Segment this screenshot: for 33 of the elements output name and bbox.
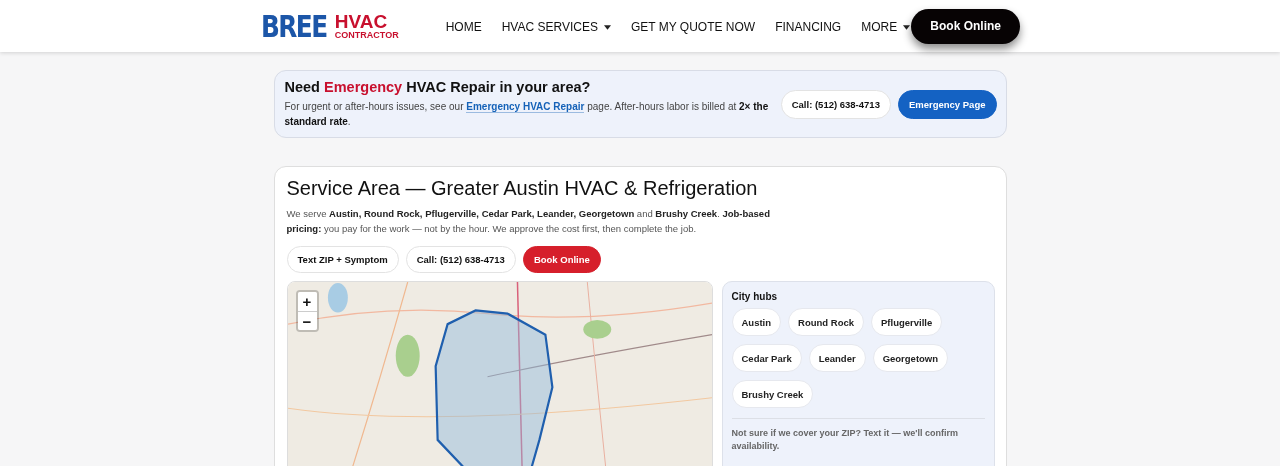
notice-button[interactable]: Emergency Page: [897, 89, 997, 119]
map-drawing[interactable]: + −: [286, 281, 713, 466]
notice-title: Need Emergency HVAC Repair in your area?: [284, 79, 592, 95]
city-chip[interactable]: Georgetown: [872, 344, 949, 372]
zoom-in-button[interactable]: +: [297, 292, 317, 311]
city-chip[interactable]: Austin: [731, 308, 782, 336]
action-button[interactable]: Book Online: [522, 246, 601, 273]
nav-link[interactable]: FINANCING: [775, 20, 842, 34]
coverage-note: Not sure if we cover your ZIP? Text it — we'll confirm availability.: [731, 427, 960, 453]
notice-text: For urgent or after-hours issues, see our Emergency HVAC Repair page. After-hours labor is billed at 2× the standard rate.: [284, 100, 770, 129]
notice-button[interactable]: Call: (512) 638-4713: [780, 89, 891, 119]
nav-link[interactable]: MORE: [861, 20, 911, 34]
action-button[interactable]: Call: (512) 638-4713: [405, 246, 516, 273]
city-chip[interactable]: Brushy Creek: [731, 380, 814, 408]
park-area: [582, 319, 611, 339]
book-online-button[interactable]: Book Online: [911, 8, 1020, 44]
lake: [327, 283, 348, 313]
action-button[interactable]: Text ZIP + Symptom: [286, 246, 399, 273]
city-chip[interactable]: Round Rock: [788, 308, 864, 336]
intro-text: We serve Austin, Round Rock, Pflugerville, Cedar Park, Leander, Georgetown and Brushy Creek. Job-based pricing: you pay for the work — not by the hour. We approve the cost first, then complete the job.: [286, 207, 771, 236]
city-chip[interactable]: Leander: [808, 344, 866, 372]
emergency-repair-link[interactable]: Emergency HVAC Repair: [466, 101, 585, 113]
nav-link[interactable]: GET MY QUOTE NOW: [630, 20, 756, 34]
park-area: [395, 334, 420, 377]
nav-link[interactable]: HVAC SERVICES: [501, 20, 611, 34]
hubs-title: City hubs: [731, 291, 779, 302]
caret-icon: [603, 24, 611, 30]
section-title: Service Area — Greater Austin HVAC & Refrigeration: [286, 177, 759, 200]
zoom-out-button[interactable]: −: [297, 311, 317, 330]
city-chip[interactable]: Cedar Park: [731, 344, 802, 372]
nav-link[interactable]: HOME: [445, 20, 482, 34]
caret-icon: [903, 24, 911, 30]
city-chip[interactable]: Pflugerville: [871, 308, 943, 336]
